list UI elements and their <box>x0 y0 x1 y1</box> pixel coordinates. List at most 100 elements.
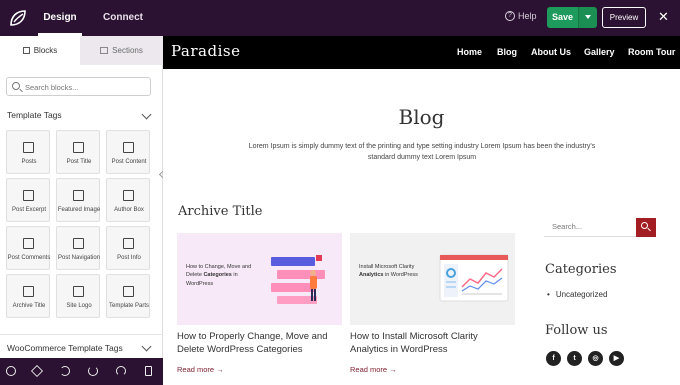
undo-icon[interactable] <box>88 366 98 376</box>
block-label: Post Info <box>117 255 141 261</box>
sidebar-search-input[interactable]: Search... <box>544 217 637 237</box>
post-title-link[interactable]: How to Properly Change, Move and Delete … <box>177 331 342 357</box>
preview-button[interactable]: Preview <box>602 7 646 28</box>
block-label: Featured Image <box>57 207 101 213</box>
post-title-link[interactable]: How to Install Microsoft Clarity Analyti… <box>350 331 515 357</box>
site-header: Paradise Home Blog About Us Gallery Room… <box>163 36 680 69</box>
tab-blocks[interactable]: Blocks <box>0 36 80 65</box>
block-label: Post Excerpt <box>11 207 46 213</box>
block-post-excerpt[interactable]: Post Excerpt <box>6 178 50 222</box>
page-title: Blog <box>398 105 445 129</box>
category-link[interactable]: Uncategorized <box>547 290 608 299</box>
post-content-icon <box>123 142 134 153</box>
settings-icon[interactable] <box>6 366 16 376</box>
history-icon[interactable] <box>60 366 70 376</box>
block-post-navigation[interactable]: Post Navigation <box>56 226 100 270</box>
page-content: Blog Lorem Ipsum is simply dummy text of… <box>163 69 680 385</box>
thumbnail-caption-bold: Analytics <box>359 272 384 279</box>
block-search-input[interactable] <box>25 80 145 94</box>
seedprod-logo-icon <box>10 10 26 26</box>
thumbnail-caption-text: Install Microsoft Clarity Analytics in W… <box>359 264 418 279</box>
blocks-tab-icon <box>22 47 30 54</box>
tab-design[interactable]: Design <box>38 0 82 36</box>
twitter-icon[interactable]: t <box>567 351 582 366</box>
sections-tab-icon <box>100 47 109 54</box>
nav-about-us[interactable]: About Us <box>531 47 571 57</box>
save-dropdown-button[interactable] <box>578 7 597 28</box>
read-more-link[interactable]: Read more → <box>177 365 224 374</box>
block-posts[interactable]: Posts <box>6 130 50 174</box>
save-button[interactable]: Save <box>547 7 578 28</box>
post-comments-icon <box>23 238 34 249</box>
archive-title: Archive Title <box>178 204 263 219</box>
block-site-logo[interactable]: Site Logo <box>56 274 100 318</box>
tab-sections-label: Sections <box>112 46 143 55</box>
template-parts-icon <box>123 286 134 297</box>
categories-illustration-icon <box>271 255 325 304</box>
featured-image-icon <box>73 190 84 201</box>
search-icon <box>12 82 20 90</box>
builder-sidebar: Blocks Sections Template Tags Posts Post… <box>0 36 163 385</box>
block-post-title[interactable]: Post Title <box>56 130 100 174</box>
categories-heading: Categories <box>545 262 617 277</box>
block-template-parts[interactable]: Template Parts <box>106 274 150 318</box>
block-author-box[interactable]: Author Box <box>106 178 150 222</box>
block-label: Post Content <box>111 159 147 165</box>
close-button[interactable]: ✕ <box>658 9 669 25</box>
block-label: Author Box <box>114 207 144 213</box>
thumbnail-caption-bold: Categories <box>203 272 232 279</box>
site-logo-icon <box>73 286 84 297</box>
nav-home[interactable]: Home <box>457 47 482 57</box>
thumbnail-caption-text: How to Change, Move and Delete Categorie… <box>186 264 252 287</box>
block-label: Site Logo <box>66 303 92 309</box>
post-thumbnail[interactable]: Install Microsoft Clarity Analytics in W… <box>350 233 515 325</box>
block-label: Template Parts <box>108 303 150 309</box>
read-more-link[interactable]: Read more → <box>350 365 397 374</box>
sidebar-search-placeholder: Search... <box>552 222 583 231</box>
divider <box>0 334 163 335</box>
nav-gallery[interactable]: Gallery <box>584 47 615 57</box>
author-box-icon <box>123 190 134 201</box>
search-icon <box>641 222 648 229</box>
help-link[interactable]: ? Help <box>505 11 537 21</box>
nav-room-tour[interactable]: Room Tour <box>628 47 675 57</box>
block-label: Post Navigation <box>57 255 101 261</box>
sidebar-search-button[interactable] <box>636 218 656 237</box>
chevron-down-icon[interactable] <box>141 341 152 352</box>
post-info-icon <box>123 238 134 249</box>
posts-icon <box>23 142 34 153</box>
tab-sections[interactable]: Sections <box>80 36 163 65</box>
youtube-icon[interactable]: ▶ <box>609 351 624 366</box>
site-brand[interactable]: Paradise <box>171 42 240 60</box>
help-label: Help <box>518 11 537 21</box>
block-archive-title[interactable]: Archive Title <box>6 274 50 318</box>
analytics-dashboard-illustration-icon <box>439 254 509 302</box>
block-post-content[interactable]: Post Content <box>106 130 150 174</box>
facebook-icon[interactable]: f <box>546 351 561 366</box>
post-title-icon <box>73 142 84 153</box>
bottom-toolbar <box>0 358 163 385</box>
chevron-down-icon[interactable] <box>141 109 152 120</box>
archive-title-icon <box>23 286 34 297</box>
block-post-info[interactable]: Post Info <box>106 226 150 270</box>
block-label: Post Title <box>66 159 92 165</box>
redo-icon[interactable] <box>116 366 126 376</box>
tab-blocks-label: Blocks <box>33 46 58 55</box>
intro-text: Lorem Ipsum is simply dummy text of the … <box>248 143 596 161</box>
block-post-comments[interactable]: Post Comments <box>6 226 50 270</box>
tab-connect[interactable]: Connect <box>100 0 146 36</box>
instagram-icon[interactable]: ◎ <box>588 351 603 366</box>
post-navigation-icon <box>73 238 84 249</box>
block-search[interactable] <box>6 77 151 96</box>
follow-heading: Follow us <box>545 323 608 338</box>
section-woocommerce[interactable]: WooCommerce Template Tags <box>7 343 123 353</box>
block-featured-image[interactable]: Featured Image <box>56 178 100 222</box>
post-thumbnail[interactable]: How to Change, Move and Delete Categorie… <box>177 233 342 325</box>
help-icon: ? <box>505 11 515 21</box>
mobile-preview-icon[interactable] <box>145 366 152 376</box>
layers-icon[interactable] <box>30 364 44 378</box>
block-label: Post Comments <box>7 255 51 261</box>
post-excerpt-icon <box>23 190 34 201</box>
nav-blog[interactable]: Blog <box>497 47 517 57</box>
section-template-tags[interactable]: Template Tags <box>7 110 62 120</box>
